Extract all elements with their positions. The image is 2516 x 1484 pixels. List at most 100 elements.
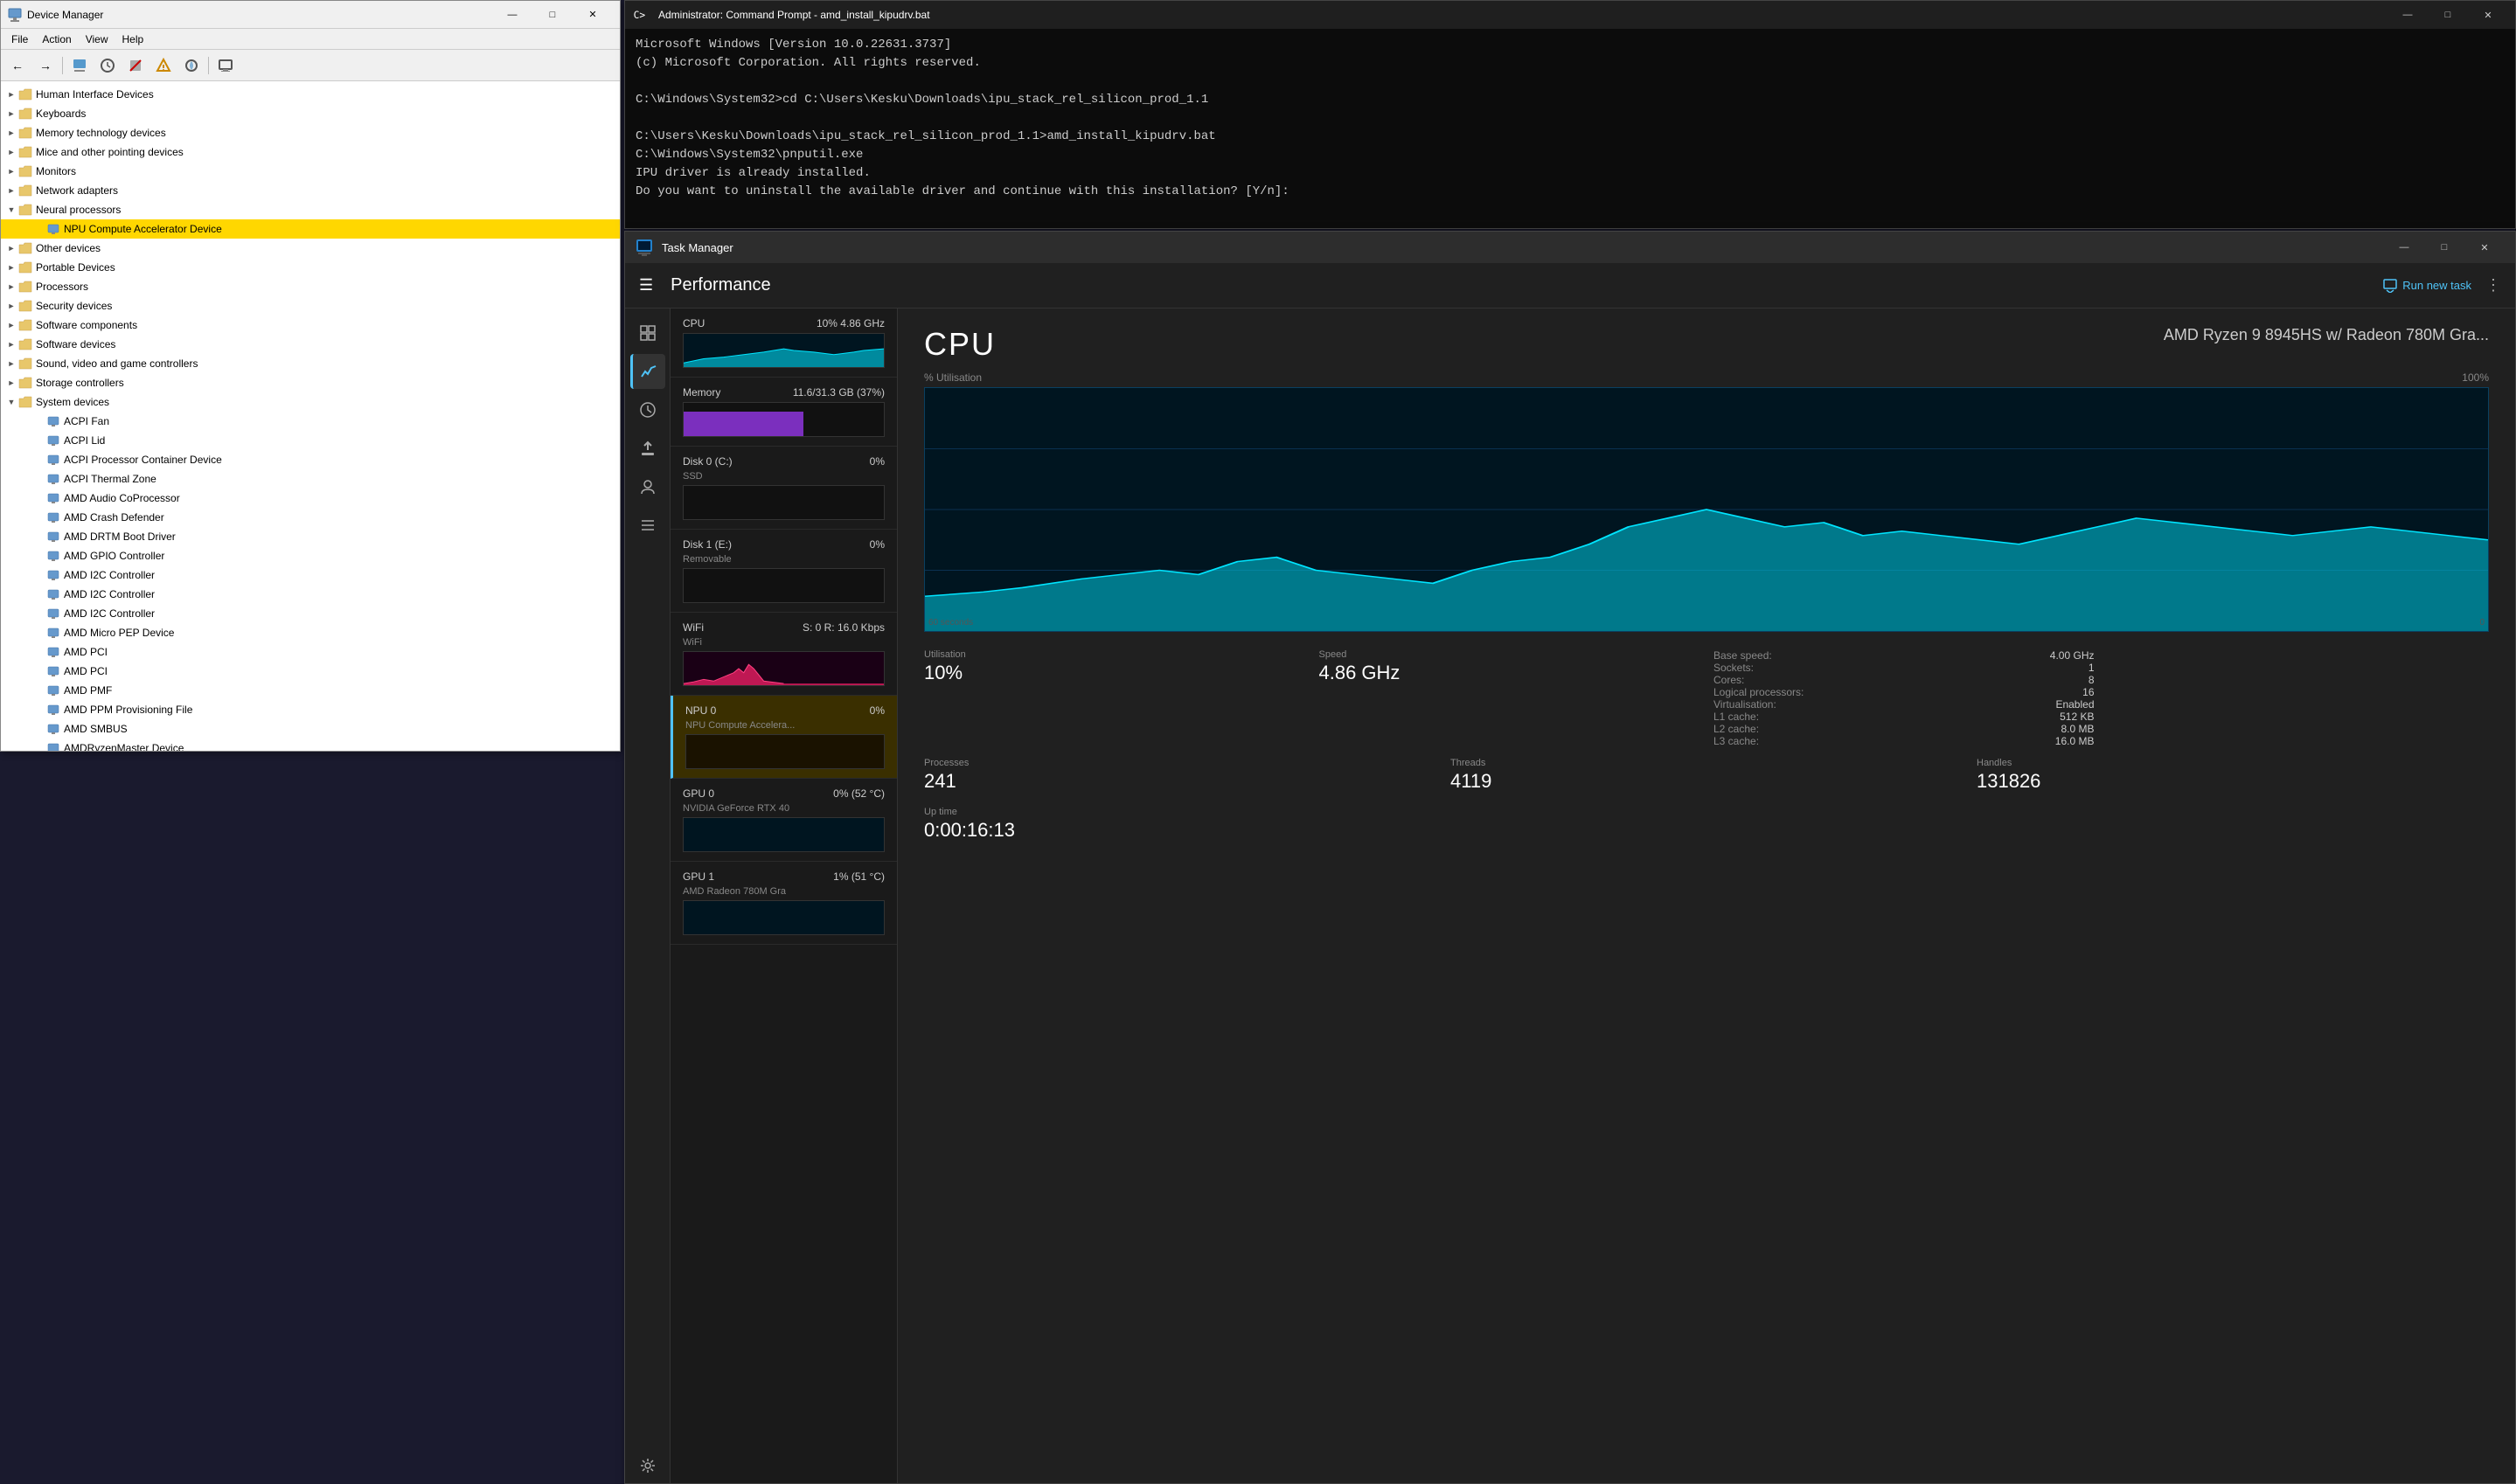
tree-item[interactable]: ►Storage controllers: [1, 373, 620, 392]
tree-item[interactable]: AMD Micro PEP Device: [1, 623, 620, 642]
more-options-icon[interactable]: ⋮: [2485, 276, 2501, 295]
tree-item[interactable]: ►Software components: [1, 316, 620, 335]
tree-item[interactable]: AMD Audio CoProcessor: [1, 489, 620, 508]
cmd-close[interactable]: ✕: [2468, 1, 2508, 29]
tree-item[interactable]: AMD PPM Provisioning File: [1, 700, 620, 719]
tree-item[interactable]: ACPI Thermal Zone: [1, 469, 620, 489]
tree-item[interactable]: AMD GPIO Controller: [1, 546, 620, 565]
tree-item[interactable]: ►Human Interface Devices: [1, 85, 620, 104]
menu-view[interactable]: View: [79, 31, 115, 47]
tree-item[interactable]: AMDRyzenMaster Device: [1, 739, 620, 751]
tree-item[interactable]: AMD DRTM Boot Driver: [1, 527, 620, 546]
window-controls: — □ ✕: [492, 1, 613, 29]
perf-list-item[interactable]: NPU 00%NPU Compute Accelera...: [671, 696, 897, 779]
perf-item-name: Memory: [683, 386, 720, 399]
virt-value: Enabled: [2055, 698, 2094, 711]
tree-expander-icon: [32, 530, 46, 544]
sockets-row: Sockets: 1: [1713, 662, 2095, 674]
menu-bar: File Action View Help: [1, 29, 620, 50]
cmd-maximize[interactable]: □: [2428, 1, 2468, 29]
sidebar-performance-icon[interactable]: [630, 354, 665, 389]
folder-icon: [18, 126, 32, 140]
sidebar-overview-icon[interactable]: [630, 316, 665, 350]
menu-file[interactable]: File: [4, 31, 35, 47]
hamburger-icon[interactable]: ☰: [639, 276, 653, 295]
tree-expander-icon: [32, 741, 46, 751]
tree-item-label: ACPI Lid: [64, 434, 105, 447]
tree-item[interactable]: ►Mice and other pointing devices: [1, 142, 620, 162]
tree-item[interactable]: ▼System devices: [1, 392, 620, 412]
menu-action[interactable]: Action: [35, 31, 78, 47]
tree-item[interactable]: ▼Neural processors: [1, 200, 620, 219]
device-icon: [46, 453, 60, 467]
perf-list-item[interactable]: Disk 1 (E:)0%Removable: [671, 530, 897, 613]
computer-button[interactable]: [212, 53, 239, 78]
perf-list-item[interactable]: Disk 0 (C:)0%SSD: [671, 447, 897, 530]
cmd-minimize[interactable]: —: [2387, 1, 2428, 29]
tree-item[interactable]: ►Monitors: [1, 162, 620, 181]
tree-item[interactable]: ►Network adapters: [1, 181, 620, 200]
device-icon: [46, 645, 60, 659]
tree-item[interactable]: ►Sound, video and game controllers: [1, 354, 620, 373]
perf-list-item[interactable]: Memory11.6/31.3 GB (37%): [671, 378, 897, 447]
perf-list-item[interactable]: GPU 00% (52 °C)NVIDIA GeForce RTX 40: [671, 779, 897, 862]
tree-item-label: AMD SMBUS: [64, 723, 128, 735]
sidebar-apphistory-icon[interactable]: [630, 392, 665, 427]
perf-list-item[interactable]: WiFiS: 0 R: 16.0 KbpsWiFi: [671, 613, 897, 696]
perf-list-item[interactable]: GPU 11% (51 °C)AMD Radeon 780M Gra: [671, 862, 897, 945]
forward-button[interactable]: →: [32, 53, 59, 78]
tree-item[interactable]: ►Memory technology devices: [1, 123, 620, 142]
tree-item[interactable]: AMD PCI: [1, 662, 620, 681]
device-icon: [46, 741, 60, 751]
sidebar-details-icon[interactable]: [630, 508, 665, 543]
tree-item[interactable]: AMD SMBUS: [1, 719, 620, 739]
disable-button[interactable]: [122, 53, 149, 78]
folder-icon: [18, 203, 32, 217]
back-button[interactable]: ←: [4, 53, 31, 78]
tree-item[interactable]: AMD I2C Controller: [1, 565, 620, 585]
menu-help[interactable]: Help: [115, 31, 151, 47]
tree-item[interactable]: ► Other devices: [1, 239, 620, 258]
cores-label: Cores:: [1713, 674, 1744, 686]
maximize-button[interactable]: □: [532, 1, 573, 29]
update-driver-button[interactable]: [94, 53, 121, 78]
tree-item[interactable]: ►Software devices: [1, 335, 620, 354]
tm-minimize[interactable]: —: [2384, 233, 2424, 261]
tree-item[interactable]: AMD PCI: [1, 642, 620, 662]
tree-item[interactable]: ►Portable Devices: [1, 258, 620, 277]
tree-item[interactable]: ►Keyboards: [1, 104, 620, 123]
cmd-line: Microsoft Windows [Version 10.0.22631.37…: [636, 36, 2505, 54]
tree-item[interactable]: ACPI Processor Container Device: [1, 450, 620, 469]
base-speed-row: Base speed: 4.00 GHz: [1713, 649, 2095, 662]
properties-button[interactable]: [66, 53, 93, 78]
handles-value: 131826: [1977, 770, 2489, 793]
tree-item[interactable]: ►Processors: [1, 277, 620, 296]
tm-maximize[interactable]: □: [2424, 233, 2464, 261]
toolbar-sep-1: [62, 57, 63, 74]
scan-changes-button[interactable]: [178, 53, 205, 78]
tree-item[interactable]: ►Security devices: [1, 296, 620, 316]
tree-item[interactable]: AMD Crash Defender: [1, 508, 620, 527]
speed-label: Speed: [1319, 649, 1700, 660]
sidebar-users-icon[interactable]: [630, 469, 665, 504]
tree-item[interactable]: ACPI Fan: [1, 412, 620, 431]
tree-expander-icon: ►: [4, 241, 18, 255]
run-new-task[interactable]: Run new task: [2383, 279, 2471, 293]
tm-close[interactable]: ✕: [2464, 233, 2505, 261]
tree-item-label: Other devices: [36, 242, 101, 254]
folder-icon: [18, 318, 32, 332]
tree-item[interactable]: AMD I2C Controller: [1, 585, 620, 604]
perf-item-value: 0%: [870, 538, 885, 551]
sidebar-settings-icon[interactable]: [630, 1448, 665, 1483]
close-button[interactable]: ✕: [573, 1, 613, 29]
tree-item[interactable]: AMD PMF: [1, 681, 620, 700]
tree-item[interactable]: ACPI Lid: [1, 431, 620, 450]
perf-list-item[interactable]: CPU10% 4.86 GHz: [671, 309, 897, 378]
tree-item[interactable]: NPU Compute Accelerator Device: [1, 219, 620, 239]
l1-row: L1 cache: 512 KB: [1713, 711, 2095, 723]
uninstall-button[interactable]: [150, 53, 177, 78]
sidebar-startup-icon[interactable]: [630, 431, 665, 466]
minimize-button[interactable]: —: [492, 1, 532, 29]
perf-item-header: Disk 0 (C:)0%: [683, 455, 885, 468]
tree-item[interactable]: AMD I2C Controller: [1, 604, 620, 623]
